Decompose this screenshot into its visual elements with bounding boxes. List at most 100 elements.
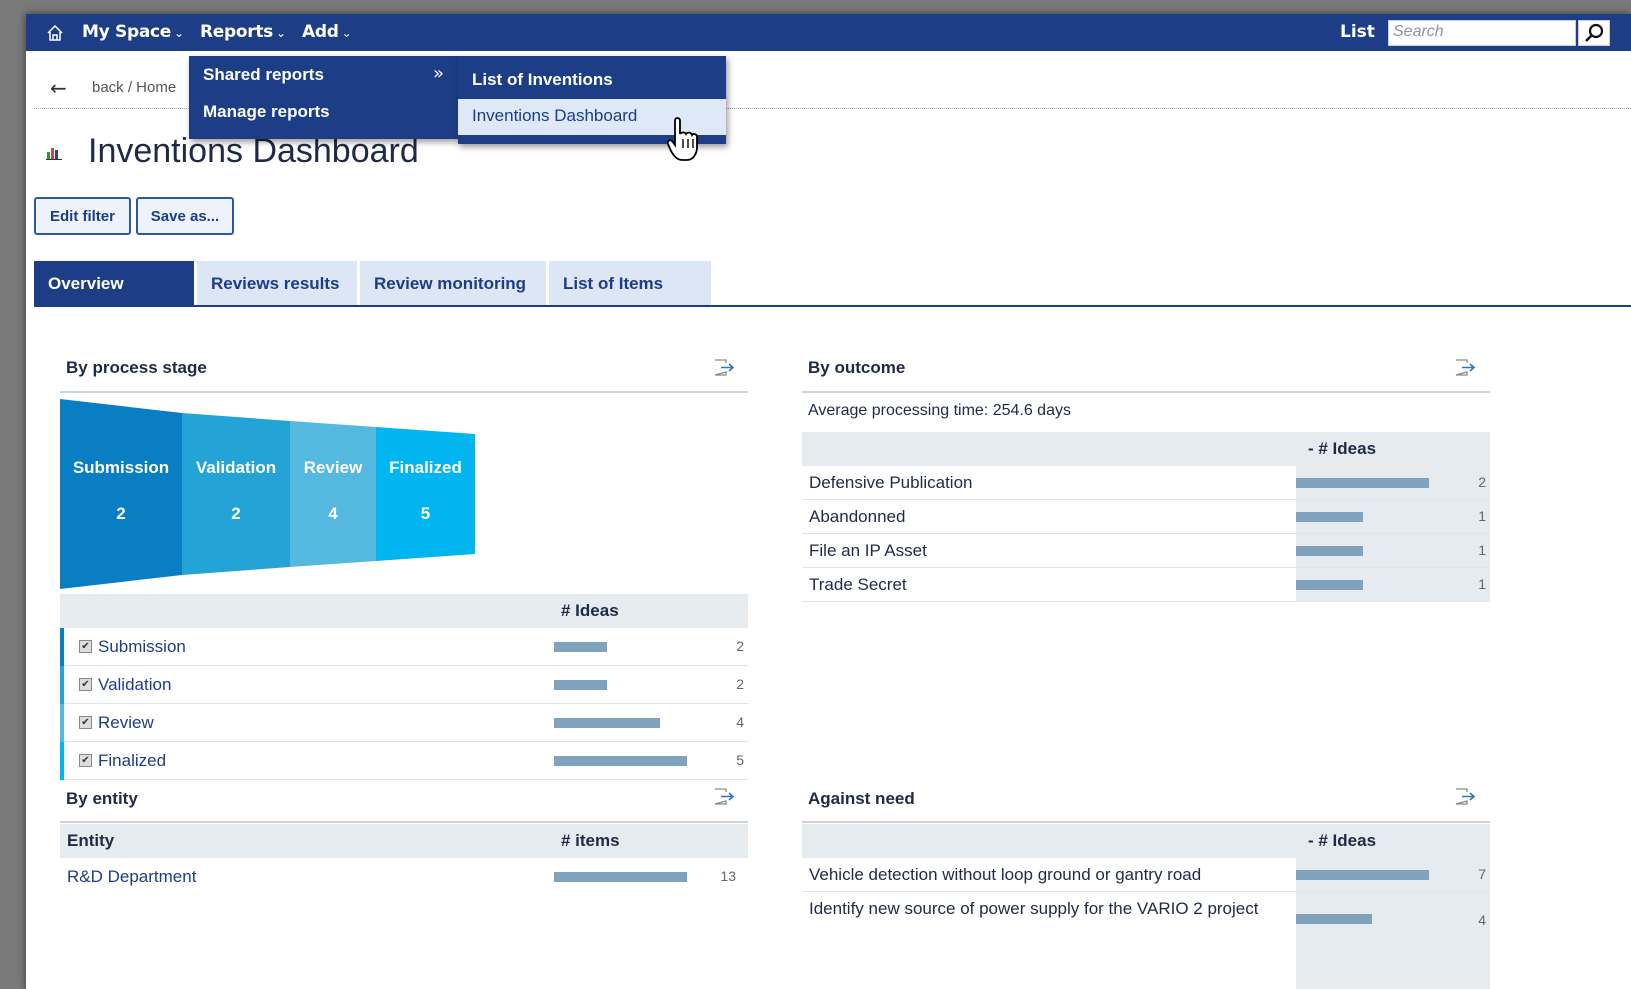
checkbox[interactable]: ✔	[79, 678, 92, 691]
menu-my-space-label: My Space	[82, 22, 172, 42]
stage-bar	[554, 680, 607, 690]
table-header: # Ideas	[60, 594, 748, 628]
edit-filter-button[interactable]: Edit filter	[34, 197, 131, 235]
need-bar	[1296, 914, 1372, 924]
list-link[interactable]: List	[1340, 22, 1375, 42]
hand-cursor-icon	[666, 117, 698, 161]
panel-title-need: Against need	[808, 789, 915, 808]
search-button[interactable]	[1578, 20, 1610, 46]
column-header-ideas[interactable]: - # Ideas	[1308, 831, 1376, 851]
table-row[interactable]: Trade Secret 1	[802, 568, 1490, 602]
menu-item-shared-reports[interactable]: Shared reports	[203, 65, 324, 85]
entity-label[interactable]: R&D Department	[67, 867, 196, 887]
stage-bar	[554, 642, 607, 652]
outcome-label[interactable]: Abandonned	[809, 507, 905, 527]
column-header-ideas: # Ideas	[561, 601, 619, 620]
menu-my-space[interactable]: My Space ⌄	[82, 22, 184, 42]
chevron-down-icon: ⌄	[276, 26, 286, 40]
table-row[interactable]: R&D Department 13	[60, 858, 748, 896]
back-arrow-icon[interactable]: ←	[50, 76, 67, 100]
need-label[interactable]: Identify new source of power supply for …	[809, 899, 1289, 919]
table-row[interactable]: ✔ Review 4	[60, 704, 748, 742]
outcome-count: 1	[1478, 576, 1486, 592]
column-header-items: # items	[561, 831, 620, 850]
entity-bar	[554, 872, 687, 882]
tab-bar: Overview Reviews results Review monitori…	[34, 261, 711, 307]
table-row[interactable]: Vehicle detection without loop ground or…	[802, 858, 1490, 892]
checkbox[interactable]: ✔	[79, 754, 92, 767]
export-icon[interactable]	[1454, 788, 1476, 806]
outcome-label[interactable]: File an IP Asset	[809, 541, 927, 561]
top-nav-bar: My Space ⌄ Reports ⌄ Add ⌄ List Search	[26, 14, 1631, 51]
table-row[interactable]: Identify new source of power supply for …	[802, 893, 1490, 953]
table-row[interactable]: ✔ Submission 2	[60, 628, 748, 666]
panel-title-process-stage: By process stage	[66, 358, 207, 377]
chevron-down-icon: ⌄	[174, 26, 184, 40]
outcome-label[interactable]: Trade Secret	[809, 575, 907, 595]
panel-title-outcome: By outcome	[808, 358, 906, 377]
stage-bar	[554, 756, 687, 766]
stage-label[interactable]: Validation	[98, 675, 171, 695]
home-icon[interactable]	[46, 24, 64, 42]
table-row[interactable]: ✔ Validation 2	[60, 666, 748, 704]
need-count: 4	[1478, 912, 1486, 928]
stage-color-stripe	[60, 628, 64, 666]
outcome-bar	[1296, 580, 1363, 590]
panel-title-entity: By entity	[66, 789, 138, 808]
checkbox[interactable]: ✔	[79, 716, 92, 729]
outcome-bar	[1296, 478, 1429, 488]
table-row[interactable]: Defensive Publication 2	[802, 466, 1490, 500]
menu-add[interactable]: Add ⌄	[302, 22, 352, 42]
tab-overview[interactable]: Overview	[34, 261, 194, 307]
tab-underline	[34, 305, 1631, 307]
export-icon[interactable]	[713, 359, 735, 377]
stage-label[interactable]: Finalized	[98, 751, 166, 771]
entity-count: 13	[720, 868, 736, 884]
menu-add-label: Add	[302, 22, 339, 42]
checkbox[interactable]: ✔	[79, 640, 92, 653]
average-processing-time: Average processing time: 254.6 days	[808, 402, 1071, 419]
tab-list-of-items[interactable]: List of Items	[549, 261, 711, 307]
funnel-label-finalized: Finalized 5	[389, 458, 462, 523]
export-icon[interactable]	[713, 788, 735, 806]
stage-count: 5	[736, 752, 744, 768]
table-header: - # Ideas	[802, 432, 1490, 466]
breadcrumb[interactable]: back / Home	[92, 79, 176, 96]
save-as-button[interactable]: Save as...	[136, 197, 234, 235]
stage-count: 2	[736, 676, 744, 692]
outcome-bar	[1296, 512, 1363, 522]
submenu-arrow-icon: »	[433, 63, 445, 84]
need-label[interactable]: Vehicle detection without loop ground or…	[809, 865, 1201, 885]
column-header-ideas[interactable]: - # Ideas	[1308, 439, 1376, 459]
menu-reports[interactable]: Reports ⌄	[200, 22, 286, 42]
outcome-count: 2	[1478, 474, 1486, 490]
table-row[interactable]: ✔ Finalized 5	[60, 742, 748, 780]
menu-item-list-of-inventions[interactable]: List of Inventions	[458, 63, 726, 99]
column-header-entity: Entity	[67, 831, 115, 850]
outcome-count: 1	[1478, 508, 1486, 524]
tab-reviews-results[interactable]: Reviews results	[197, 261, 357, 307]
reports-dropdown: Shared reports » Manage reports	[189, 56, 459, 139]
divider	[60, 391, 748, 393]
search-icon	[1585, 23, 1604, 42]
table-row[interactable]: File an IP Asset 1	[802, 534, 1490, 568]
stage-color-stripe	[60, 742, 64, 780]
need-count: 7	[1478, 866, 1486, 882]
table-header: Entity # items	[60, 824, 748, 858]
funnel-label-submission: Submission 2	[72, 458, 170, 523]
chevron-down-icon: ⌄	[341, 26, 352, 40]
stage-label[interactable]: Submission	[98, 637, 186, 657]
search-input[interactable]: Search	[1388, 20, 1576, 46]
stage-label[interactable]: Review	[98, 713, 154, 733]
divider	[60, 821, 748, 823]
table-row[interactable]: Abandonned 1	[802, 500, 1490, 534]
divider	[802, 821, 1490, 823]
menu-item-manage-reports[interactable]: Manage reports	[203, 102, 330, 122]
funnel-label-validation: Validation 2	[195, 458, 277, 523]
tab-review-monitoring[interactable]: Review monitoring	[360, 261, 546, 307]
stage-count: 4	[736, 714, 744, 730]
stage-bar	[554, 718, 660, 728]
outcome-label[interactable]: Defensive Publication	[809, 473, 972, 493]
export-icon[interactable]	[1454, 359, 1476, 377]
outcome-bar	[1296, 546, 1363, 556]
